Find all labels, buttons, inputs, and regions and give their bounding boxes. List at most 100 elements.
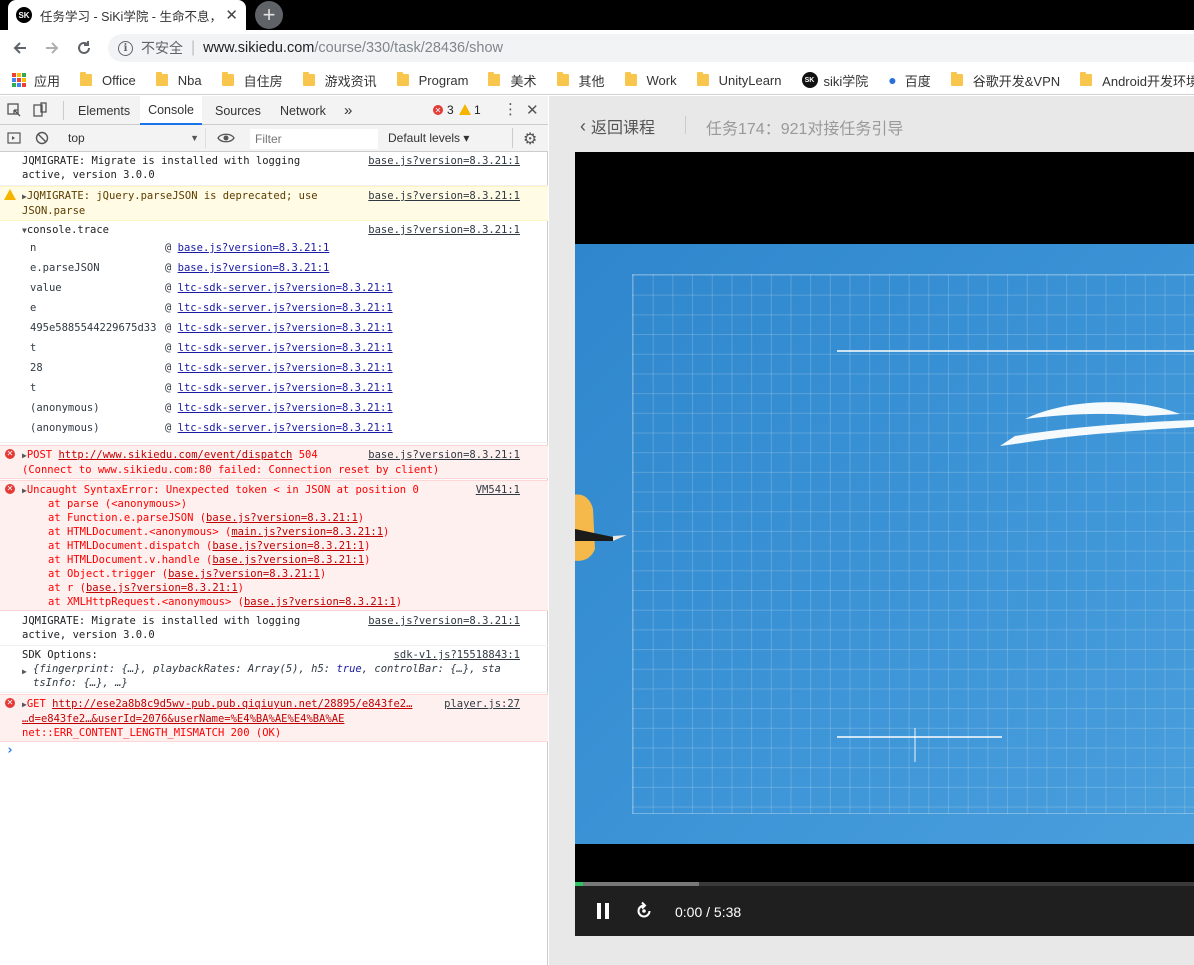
source-link[interactable]: base.js?version=8.3.21:1 <box>368 154 520 168</box>
source-link[interactable]: VM541:1 <box>476 483 520 497</box>
folder-icon <box>396 72 409 86</box>
trace-link[interactable]: ltc-sdk-server.js?version=8.3.21:1 <box>178 402 393 414</box>
trace-link[interactable]: ltc-sdk-server.js?version=8.3.21:1 <box>178 302 393 314</box>
close-tab-icon[interactable]: ✕ <box>225 6 238 24</box>
sidebar-toggle-icon[interactable] <box>7 131 21 145</box>
source-link[interactable]: sdk-v1.js?15518843:1 <box>394 648 520 662</box>
bookmark-label: 自住房 <box>243 73 283 89</box>
close-devtools-icon[interactable]: ✕ <box>526 101 539 119</box>
tab-sources[interactable]: Sources <box>215 96 265 125</box>
tab-network[interactable]: Network <box>280 96 332 125</box>
console-settings-gear-icon[interactable]: ⚙ <box>523 129 537 149</box>
folder-icon <box>221 72 234 86</box>
live-expression-eye-icon[interactable] <box>217 131 235 145</box>
bookmark-work[interactable]: Work <box>624 72 677 88</box>
bookmark-program[interactable]: Program <box>396 72 468 88</box>
stack-link[interactable]: base.js?version=8.3.21:1 <box>212 554 364 566</box>
expand-arrow-icon[interactable]: ▶ <box>22 665 27 679</box>
info-icon[interactable]: i <box>118 40 133 56</box>
devtools-panel: Elements Console Sources Network » ✕ 3 1… <box>0 96 548 965</box>
browser-tab[interactable]: SK 任务学习 - SiKi学院 - 生命不息， ✕ <box>8 0 246 30</box>
error-icon: ✕ <box>5 484 15 494</box>
stack-link[interactable]: base.js?version=8.3.21:1 <box>86 582 238 594</box>
trace-link[interactable]: ltc-sdk-server.js?version=8.3.21:1 <box>178 322 393 334</box>
stack-link[interactable]: base.js?version=8.3.21:1 <box>244 596 396 608</box>
bookmark-android[interactable]: Android开发环境 <box>1080 71 1194 90</box>
warning-count-icon[interactable] <box>459 104 471 115</box>
bookmark-label: 应用 <box>34 73 61 89</box>
url-host: www.sikiedu.com <box>203 40 315 56</box>
bookmark-nba[interactable]: Nba <box>155 72 202 88</box>
bookmark-art[interactable]: 美术 <box>488 71 537 90</box>
warning-count: 1 <box>474 103 481 117</box>
object-preview[interactable]: ▶ {fingerprint: {…}, playbackRates: Array… <box>22 662 501 690</box>
trace-link[interactable]: base.js?version=8.3.21:1 <box>178 242 330 254</box>
bookmark-apps[interactable]: 应用 <box>12 71 60 90</box>
source-link[interactable]: player.js:27 <box>444 697 520 711</box>
folder-icon <box>488 72 501 86</box>
bookmark-housing[interactable]: 自住房 <box>221 71 283 90</box>
stack-link[interactable]: base.js?version=8.3.21:1 <box>168 568 320 580</box>
bookmark-other[interactable]: 其他 <box>556 71 605 90</box>
new-tab-button[interactable]: + <box>255 1 283 29</box>
bookmark-baidu[interactable]: ● 百度 <box>888 71 930 90</box>
tab-elements[interactable]: Elements <box>78 96 130 125</box>
video-frame[interactable] <box>575 244 1194 844</box>
bookmark-game-news[interactable]: 游戏资讯 <box>302 71 377 90</box>
video-player[interactable]: 0:00 / 5:38 <box>575 152 1194 936</box>
pause-icon[interactable] <box>596 902 610 920</box>
forward-arrow-icon[interactable] <box>40 37 64 59</box>
bookmark-office[interactable]: Office <box>80 72 136 88</box>
error-message: ▶GET http://ese2a8b8c9d5wv-pub.pub.qiqiu… <box>22 698 413 739</box>
siki-favicon-icon: SK <box>16 7 32 23</box>
device-toolbar-icon[interactable] <box>32 102 48 118</box>
back-to-course-button[interactable]: ‹ 返回课程 <box>580 114 655 138</box>
back-arrow-icon[interactable] <box>8 37 32 59</box>
trace-link[interactable]: ltc-sdk-server.js?version=8.3.21:1 <box>178 382 393 394</box>
filter-input[interactable] <box>250 129 378 149</box>
sdk-options-label: SDK Options: <box>22 649 98 661</box>
stack-link[interactable]: base.js?version=8.3.21:1 <box>212 540 364 552</box>
trace-link[interactable]: ltc-sdk-server.js?version=8.3.21:1 <box>178 362 393 374</box>
chalk-stroke-graphic <box>1000 402 1194 446</box>
source-link[interactable]: base.js?version=8.3.21:1 <box>368 614 520 628</box>
bookmark-label: 百度 <box>904 73 931 89</box>
address-bar[interactable]: i 不安全 | www.sikiedu.com/course/330/task/… <box>108 34 1194 62</box>
replay-10s-icon[interactable] <box>634 901 654 921</box>
devtools-menu-icon[interactable]: ⋮ <box>503 102 518 118</box>
trace-link[interactable]: base.js?version=8.3.21:1 <box>178 262 330 274</box>
stack-link[interactable]: main.js?version=8.3.21:1 <box>231 526 383 538</box>
more-tabs-button[interactable]: » <box>344 96 360 125</box>
duration: 5:38 <box>713 904 742 920</box>
request-url-link[interactable]: …d=e843fe2…&userId=2076&userName=%E4%BA%… <box>22 713 344 725</box>
inspect-element-icon[interactable] <box>7 103 21 117</box>
source-link[interactable]: base.js?version=8.3.21:1 <box>368 448 520 462</box>
chevron-left-icon: ‹ <box>580 115 586 136</box>
dropdown-arrow-icon: ▼ <box>190 133 199 143</box>
request-url-link[interactable]: http://www.sikiedu.com/event/dispatch <box>58 449 292 461</box>
stack-link[interactable]: base.js?version=8.3.21:1 <box>206 512 358 524</box>
trace-link[interactable]: ltc-sdk-server.js?version=8.3.21:1 <box>178 422 393 434</box>
console-error-row: ✕ ▶GET http://ese2a8b8c9d5wv-pub.pub.qiq… <box>0 694 548 742</box>
error-count-icon[interactable]: ✕ <box>433 105 443 115</box>
bookmark-siki[interactable]: SK siki学院 <box>801 71 868 90</box>
bookmark-google-vpn[interactable]: 谷歌开发&VPN <box>950 71 1060 90</box>
source-link[interactable]: base.js?version=8.3.21:1 <box>368 189 520 203</box>
warning-icon <box>4 189 16 200</box>
warning-message: ▶JQMIGRATE: jQuery.parseJSON is deprecat… <box>22 189 318 218</box>
bookmark-label: 其他 <box>578 73 605 89</box>
log-levels-dropdown[interactable]: Default levels ▾ <box>388 131 469 145</box>
folder-icon <box>155 72 168 86</box>
trace-link[interactable]: ltc-sdk-server.js?version=8.3.21:1 <box>178 282 393 294</box>
context-selector[interactable]: top ▼ <box>60 128 206 148</box>
source-link[interactable]: base.js?version=8.3.21:1 <box>368 223 520 237</box>
siki-logo-icon: SK <box>801 72 818 88</box>
request-url-link[interactable]: http://ese2a8b8c9d5wv-pub.pub.qiqiuyun.n… <box>52 698 412 710</box>
clear-console-icon[interactable] <box>35 131 49 145</box>
reload-icon[interactable] <box>72 37 96 59</box>
security-label: 不安全 <box>141 40 183 56</box>
tab-console[interactable]: Console <box>140 96 202 125</box>
console-prompt[interactable]: › <box>6 744 14 758</box>
bookmark-unitylearn[interactable]: UnityLearn <box>696 72 782 88</box>
trace-link[interactable]: ltc-sdk-server.js?version=8.3.21:1 <box>178 342 393 354</box>
